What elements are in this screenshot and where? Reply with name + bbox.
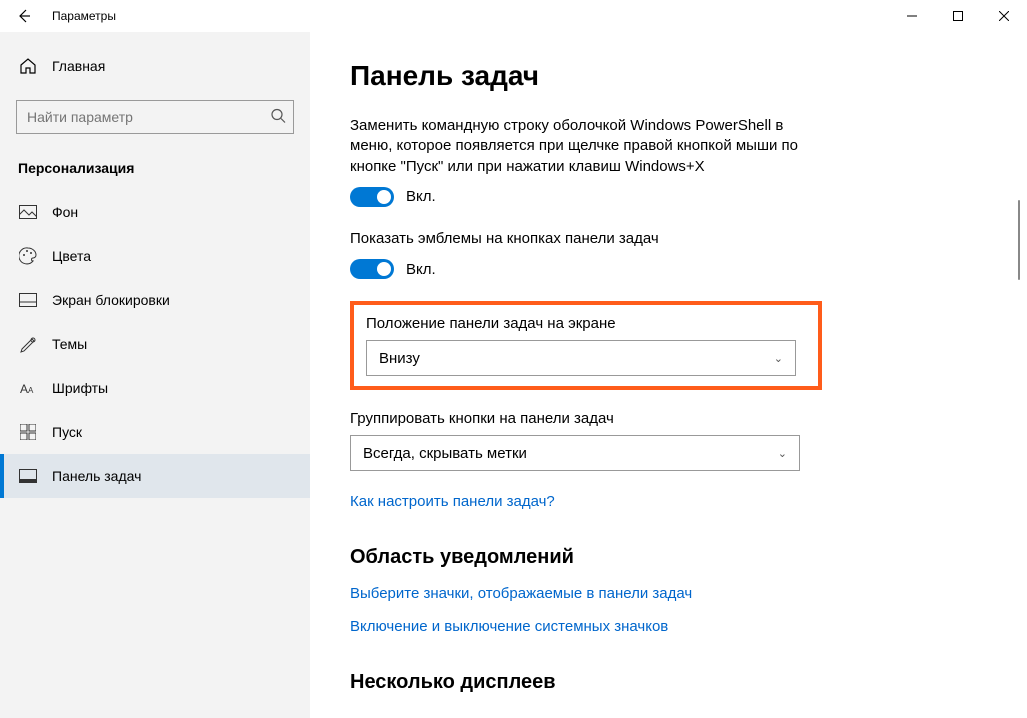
sidebar-home[interactable]: Главная [0,44,310,88]
search-input[interactable] [16,100,294,134]
close-icon [999,11,1009,21]
titlebar: Параметры [0,0,1027,32]
sidebar-item-themes[interactable]: Темы [0,322,310,366]
system-icons-link[interactable]: Включение и выключение системных значков [350,618,668,635]
select-icons-link[interactable]: Выберите значки, отображаемые в панели з… [350,585,692,602]
maximize-button[interactable] [935,0,981,32]
picture-icon [18,202,38,222]
sidebar-category: Персонализация [0,152,310,190]
svg-text:A: A [28,386,34,395]
page-title: Панель задач [350,60,987,92]
content-area: Панель задач Заменить командную строку о… [310,32,1027,718]
sidebar-item-label: Экран блокировки [38,292,170,308]
sidebar-item-colors[interactable]: Цвета [0,234,310,278]
back-button[interactable] [0,0,48,32]
minimize-button[interactable] [889,0,935,32]
combine-dropdown[interactable]: Всегда, скрывать метки ⌄ [350,435,800,471]
badges-toggle-row: Вкл. [350,259,987,279]
lockscreen-icon [18,290,38,310]
combine-label: Группировать кнопки на панели задач [350,410,987,427]
sidebar-search [16,100,294,134]
powershell-toggle[interactable] [350,187,394,207]
window-controls [889,0,1027,32]
sidebar-item-background[interactable]: Фон [0,190,310,234]
start-icon [18,422,38,442]
window-title: Параметры [48,9,116,23]
maximize-icon [953,11,963,21]
sidebar-item-fonts[interactable]: AA Шрифты [0,366,310,410]
chevron-down-icon: ⌄ [774,352,783,365]
badges-toggle[interactable] [350,259,394,279]
taskbar-icon [18,466,38,486]
position-label: Положение панели задач на экране [366,315,806,332]
sidebar-item-label: Шрифты [38,380,108,396]
sidebar-item-lockscreen[interactable]: Экран блокировки [0,278,310,322]
sidebar-item-start[interactable]: Пуск [0,410,310,454]
sidebar-item-label: Панель задач [38,468,141,484]
sidebar-item-taskbar[interactable]: Панель задач [0,454,310,498]
notification-area-title: Область уведомлений [350,546,987,569]
dropdown-value: Внизу [379,350,420,367]
scrollbar[interactable] [1011,0,1027,718]
sidebar-item-label: Фон [38,204,78,220]
arrow-left-icon [16,8,32,24]
sidebar-home-label: Главная [38,58,105,74]
scrollbar-thumb[interactable] [1018,200,1020,280]
badges-label: Показать эмблемы на кнопках панели задач [350,229,810,249]
home-icon [18,56,38,76]
fonts-icon: AA [18,378,38,398]
sidebar: Главная Персонализация Фон Цвета Э [0,32,310,718]
toggle-state-label: Вкл. [406,188,436,205]
powershell-toggle-row: Вкл. [350,187,987,207]
position-highlight: Положение панели задач на экране Внизу ⌄ [350,301,822,390]
powershell-description: Заменить командную строку оболочкой Wind… [350,116,810,177]
position-dropdown[interactable]: Внизу ⌄ [366,340,796,376]
sidebar-item-label: Цвета [38,248,91,264]
palette-icon [18,246,38,266]
customize-taskbar-link[interactable]: Как настроить панели задач? [350,493,555,510]
dropdown-value: Всегда, скрывать метки [363,445,527,462]
toggle-state-label: Вкл. [406,261,436,278]
minimize-icon [907,11,917,21]
chevron-down-icon: ⌄ [778,447,787,460]
sidebar-item-label: Пуск [38,424,82,440]
sidebar-item-label: Темы [38,336,87,352]
search-icon [270,108,286,127]
themes-icon [18,334,38,354]
multi-displays-title: Несколько дисплеев [350,671,987,694]
svg-text:A: A [20,382,28,396]
